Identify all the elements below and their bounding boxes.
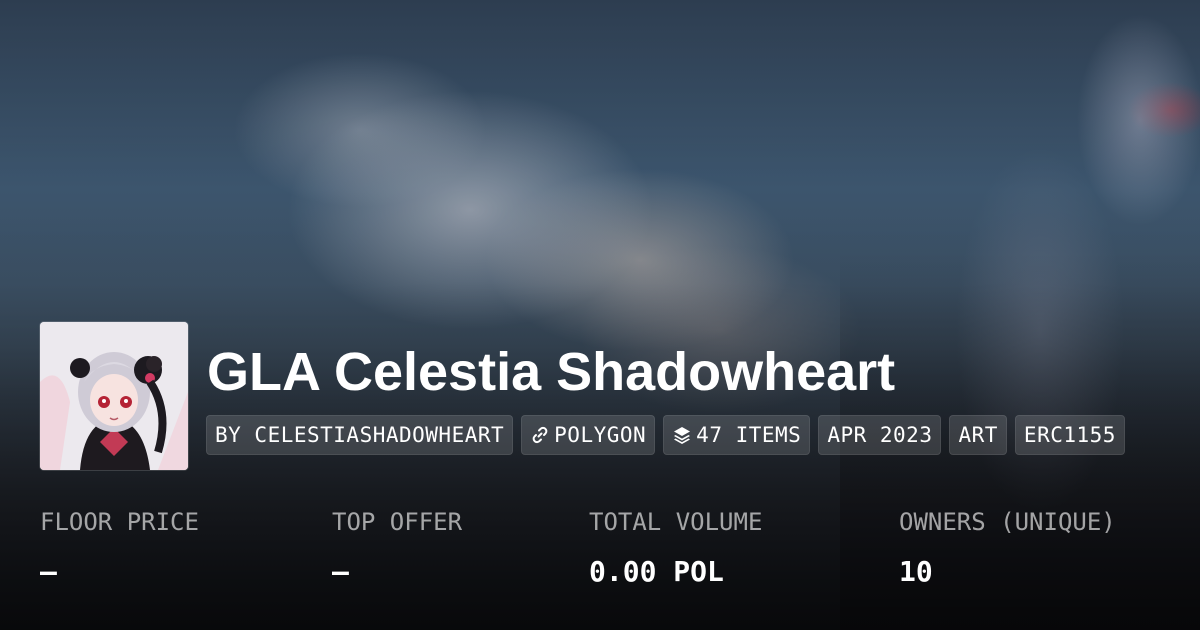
date-badge-label: APR 2023 [827,423,933,447]
stat-value: 10 [899,555,933,588]
date-badge: APR 2023 [818,415,942,455]
creator-badge[interactable]: BY CELESTIASHADOWHEART [206,415,514,455]
stat-owners: OWNERS (UNIQUE) 10 [899,505,1116,589]
items-badge[interactable]: 47 ITEMS [663,415,811,455]
stat-value: – [332,555,349,588]
stat-label: FLOOR PRICE [40,508,199,536]
link-chain-icon [530,425,550,445]
layers-icon [672,425,692,445]
creator-badge-label: BY CELESTIASHADOWHEART [215,423,505,447]
items-badge-label: 47 ITEMS [696,423,802,447]
stat-value: 0.00 POL [589,555,724,588]
chain-badge[interactable]: POLYGON [521,415,656,455]
stat-label: TOTAL VOLUME [589,508,763,536]
collection-avatar[interactable] [40,322,188,470]
token-standard-badge: ERC1155 [1014,415,1125,455]
chain-badge-label: POLYGON [554,423,647,447]
token-standard-badge-label: ERC1155 [1023,423,1116,447]
stat-total-volume: TOTAL VOLUME 0.00 POL [589,505,762,589]
collection-stats: FLOOR PRICE – TOP OFFER – TOTAL VOLUME 0… [0,505,1200,605]
collection-share-card: GLA Celestia Shadowheart BY CELESTIASHAD… [0,0,1200,630]
stat-floor-price: FLOOR PRICE – [40,505,199,589]
category-badge-label: ART [958,423,998,447]
stat-top-offer: TOP OFFER – [332,505,462,589]
collection-badges: BY CELESTIASHADOWHEART POLYGON 47 ITEMS … [206,415,1125,455]
avatar-illustration [40,322,188,470]
stat-value: – [40,555,57,588]
stat-label: TOP OFFER [332,508,463,536]
stat-label: OWNERS (UNIQUE) [899,508,1116,536]
category-badge[interactable]: ART [949,415,1007,455]
collection-title: GLA Celestia Shadowheart [207,342,896,402]
